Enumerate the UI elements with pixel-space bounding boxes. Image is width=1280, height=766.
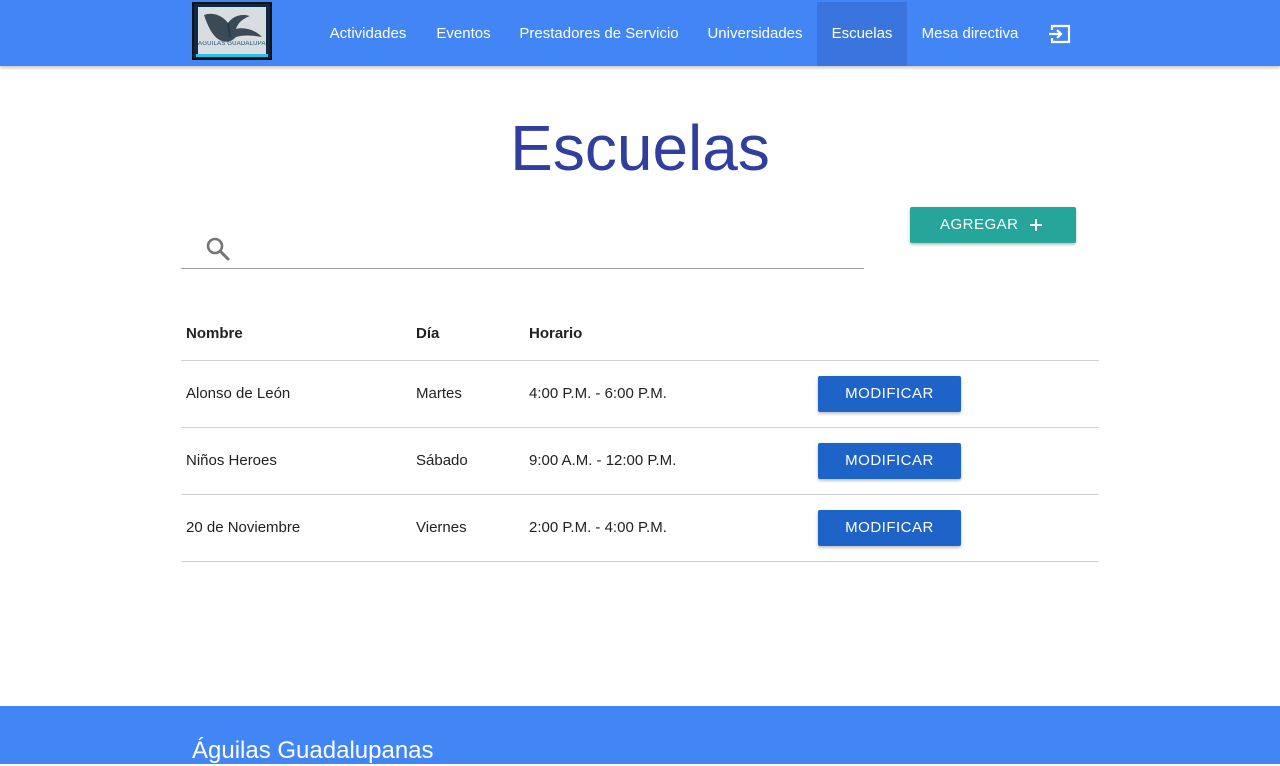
column-header-dia: Día <box>416 325 440 342</box>
table-row: Niños Heroes Sábado 9:00 A.M. - 12:00 P.… <box>181 428 1099 495</box>
nav-item-prestadores-de-servicio[interactable]: Prestadores de Servicio <box>506 2 692 66</box>
schools-table: Nombre Día Horario Alonso de León Martes… <box>181 305 1099 562</box>
table-row: Alonso de León Martes 4:00 P.M. - 6:00 P… <box>181 361 1099 428</box>
search-bar <box>181 224 864 269</box>
nav-item-universidades[interactable]: Universidades <box>694 2 816 66</box>
eagle-icon <box>204 13 262 42</box>
add-button-label: AGREGAR <box>940 216 1019 233</box>
plus-icon <box>1029 218 1043 232</box>
nav-item-eventos[interactable]: Eventos <box>423 2 504 66</box>
page-title: Escuelas <box>510 112 770 184</box>
search-input[interactable] <box>241 232 855 264</box>
table-header: Nombre Día Horario <box>181 305 1099 361</box>
top-navbar: ÁGUILAS GUADALUPANAS Actividades Eventos… <box>0 0 1280 66</box>
footer: Águilas Guadalupanas <box>0 706 1280 764</box>
footer-title: Águilas Guadalupanas <box>192 737 434 764</box>
cell-nombre: 20 de Noviembre <box>186 519 301 536</box>
nav-item-mesa-directiva[interactable]: Mesa directiva <box>908 2 1032 66</box>
nav-item-actividades[interactable]: Actividades <box>315 2 421 66</box>
search-icon[interactable] <box>205 236 231 262</box>
cell-horario: 4:00 P.M. - 6:00 P.M. <box>529 385 667 402</box>
cell-nombre: Niños Heroes <box>186 452 277 469</box>
logo-accent-bar <box>196 54 268 57</box>
add-button[interactable]: AGREGAR <box>910 207 1076 243</box>
logo-image: ÁGUILAS GUADALUPANAS <box>198 7 266 54</box>
modify-button[interactable]: MODIFICAR <box>818 443 961 479</box>
modify-button[interactable]: MODIFICAR <box>818 510 961 546</box>
cell-nombre: Alonso de León <box>186 385 291 402</box>
modify-button[interactable]: MODIFICAR <box>818 376 961 412</box>
nav-item-escuelas[interactable]: Escuelas <box>817 2 907 66</box>
column-header-horario: Horario <box>529 325 583 342</box>
column-header-nombre: Nombre <box>186 325 243 342</box>
logout-icon[interactable] <box>1046 20 1074 48</box>
cell-horario: 2:00 P.M. - 4:00 P.M. <box>529 519 667 536</box>
table-row: 20 de Noviembre Viernes 2:00 P.M. - 4:00… <box>181 495 1099 562</box>
cell-dia: Martes <box>416 385 462 402</box>
logo-text: ÁGUILAS GUADALUPANAS <box>198 41 266 47</box>
cell-dia: Sábado <box>416 452 468 469</box>
cell-dia: Viernes <box>416 519 467 536</box>
cell-horario: 9:00 A.M. - 12:00 P.M. <box>529 452 677 469</box>
brand-logo[interactable]: ÁGUILAS GUADALUPANAS <box>192 2 272 60</box>
